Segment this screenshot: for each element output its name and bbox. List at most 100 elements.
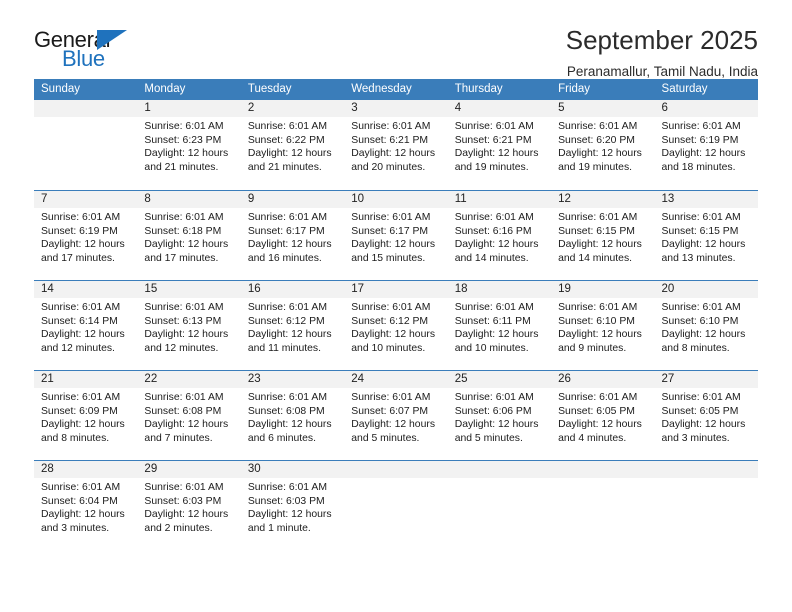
weekday-header-sunday: Sunday	[41, 83, 81, 95]
calendar-day-cell[interactable]: 19 Sunrise: 6:01 AM Sunset: 6:10 PM Dayligh…	[551, 281, 655, 370]
calendar-day-cell[interactable]: 14 Sunrise: 6:01 AM Sunset: 6:14 PM Dayligh…	[34, 281, 138, 370]
calendar-day-cell[interactable]: 25 Sunrise: 6:01 AM Sunset: 6:06 PM Dayligh…	[447, 371, 552, 460]
weekday-header-thursday: Thursday	[454, 83, 503, 95]
day-detail-line: Daylight: 12 hours	[558, 148, 642, 160]
day-detail-line: Sunset: 6:10 PM	[558, 315, 635, 327]
day-detail-line: Daylight: 12 hours	[454, 329, 539, 341]
day-detail-line: Daylight: 12 hours	[41, 509, 125, 521]
day-detail-line: Daylight: 12 hours	[247, 239, 332, 251]
calendar-day-cell[interactable]: 4 Sunrise: 6:01 AM Sunset: 6:21 PM Daylight…	[447, 100, 552, 190]
day-detail-line: and 10 minutes.	[454, 342, 529, 354]
calendar-day-cell[interactable]: 24 Sunrise: 6:01 AM Sunset: 6:07 PM Dayligh…	[344, 371, 448, 460]
calendar-day-cell[interactable]: 13 Sunrise: 6:01 AM Sunset: 6:15 PM Dayligh…	[654, 191, 758, 280]
day-number: 25	[454, 373, 468, 385]
day-number-band: 1	[137, 100, 241, 117]
day-number: 6	[661, 102, 668, 114]
day-detail-line: Daylight: 12 hours	[247, 329, 332, 341]
calendar-day-cell[interactable]: 26 Sunrise: 6:01 AM Sunset: 6:05 PM Dayligh…	[551, 371, 655, 460]
day-detail-line: Sunset: 6:17 PM	[351, 225, 429, 237]
page-header: General Blue September 2025 Peranamallur…	[34, 0, 758, 79]
day-number-band: 4	[447, 100, 552, 117]
day-detail-line: Sunset: 6:08 PM	[144, 405, 222, 417]
calendar-day-cell[interactable]: 3 Sunrise: 6:01 AM Sunset: 6:21 PM Daylight…	[344, 100, 448, 190]
calendar-day-cell[interactable]: 21 Sunrise: 6:01 AM Sunset: 6:09 PM Dayligh…	[34, 371, 138, 460]
calendar-day-cell[interactable]: 6 Sunrise: 6:01 AM Sunset: 6:19 PM Daylight…	[654, 100, 758, 190]
day-number: 4	[454, 102, 462, 114]
calendar-day-cell[interactable]: 8 Sunrise: 6:01 AM Sunset: 6:18 PM Daylight…	[137, 191, 241, 280]
day-number: 13	[661, 193, 675, 205]
day-number: 10	[351, 193, 365, 205]
day-number-band: 7	[34, 191, 138, 208]
day-details: Sunrise: 6:01 AM Sunset: 6:15 PM Daylight:…	[551, 208, 654, 265]
day-details: Sunrise: 6:01 AM Sunset: 6:12 PM Daylight:…	[344, 298, 447, 355]
day-details: Sunrise: 6:01 AM Sunset: 6:07 PM Daylight:…	[344, 388, 447, 445]
calendar-day-cell[interactable]: 17 Sunrise: 6:01 AM Sunset: 6:12 PM Dayligh…	[344, 281, 448, 370]
day-number-band: 8	[137, 191, 241, 208]
day-detail-line: Sunrise: 6:01 AM	[454, 212, 534, 223]
day-detail-line: Sunrise: 6:01 AM	[144, 121, 224, 132]
day-detail-line: Sunset: 6:21 PM	[351, 134, 429, 146]
day-detail-line: Sunset: 6:13 PM	[144, 315, 222, 327]
day-details: Sunrise: 6:01 AM Sunset: 6:08 PM Daylight:…	[137, 388, 240, 445]
logo-text-blue: Blue	[62, 46, 105, 71]
calendar-day-cell[interactable]: 15 Sunrise: 6:01 AM Sunset: 6:13 PM Dayligh…	[137, 281, 241, 370]
calendar-day-cell[interactable]: 20 Sunrise: 6:01 AM Sunset: 6:10 PM Dayligh…	[654, 281, 758, 370]
day-number-band: 23	[240, 371, 345, 388]
day-number-band: 18	[447, 281, 552, 298]
day-detail-line: and 19 minutes.	[454, 161, 529, 173]
day-details: Sunrise: 6:01 AM Sunset: 6:04 PM Daylight:…	[34, 478, 137, 535]
day-detail-line: Sunset: 6:19 PM	[41, 225, 118, 237]
day-detail-line: Sunset: 6:12 PM	[247, 315, 325, 327]
day-details: Sunrise: 6:01 AM Sunset: 6:15 PM Daylight:…	[655, 208, 758, 265]
day-detail-line: Sunrise: 6:01 AM	[558, 392, 638, 403]
calendar-day-cell[interactable]: 30 Sunrise: 6:01 AM Sunset: 6:03 PM Dayligh…	[240, 461, 345, 550]
day-details	[448, 478, 551, 481]
day-details: Sunrise: 6:01 AM Sunset: 6:08 PM Daylight:…	[241, 388, 344, 445]
day-detail-line: Daylight: 12 hours	[41, 329, 125, 341]
day-detail-line: Sunset: 6:18 PM	[144, 225, 222, 237]
generalblue-logo[interactable]: General Blue	[34, 26, 154, 74]
day-detail-line: Daylight: 12 hours	[41, 239, 125, 251]
calendar-day-cell[interactable]: 11 Sunrise: 6:01 AM Sunset: 6:16 PM Dayligh…	[447, 191, 552, 280]
day-number: 15	[144, 283, 158, 295]
calendar-day-cell[interactable]: 23 Sunrise: 6:01 AM Sunset: 6:08 PM Dayligh…	[240, 371, 345, 460]
day-number-band	[344, 461, 448, 478]
calendar-day-cell[interactable]: 1 Sunrise: 6:01 AM Sunset: 6:23 PM Daylight…	[137, 100, 241, 190]
weekday-header-saturday: Saturday	[661, 83, 708, 95]
day-detail-line: Sunrise: 6:01 AM	[661, 212, 741, 223]
day-detail-line: Sunrise: 6:01 AM	[661, 392, 741, 403]
day-details: Sunrise: 6:01 AM Sunset: 6:22 PM Daylight:…	[241, 117, 344, 174]
day-detail-line: Sunset: 6:23 PM	[144, 134, 222, 146]
day-detail-line: Daylight: 12 hours	[247, 509, 332, 521]
day-detail-line: Daylight: 12 hours	[144, 239, 229, 251]
day-detail-line: Sunset: 6:12 PM	[351, 315, 429, 327]
calendar-day-cell[interactable]: 18 Sunrise: 6:01 AM Sunset: 6:11 PM Dayligh…	[447, 281, 552, 370]
calendar-day-cell[interactable]: 22 Sunrise: 6:01 AM Sunset: 6:08 PM Dayligh…	[137, 371, 241, 460]
calendar-day-cell[interactable]: 7 Sunrise: 6:01 AM Sunset: 6:19 PM Daylight…	[34, 191, 138, 280]
day-number: 18	[454, 283, 468, 295]
calendar-page: General Blue September 2025 Peranamallur…	[0, 0, 792, 612]
day-detail-line: Daylight: 12 hours	[558, 239, 642, 251]
calendar-day-cell[interactable]: 27 Sunrise: 6:01 AM Sunset: 6:05 PM Dayligh…	[654, 371, 758, 460]
calendar-day-cell[interactable]: 12 Sunrise: 6:01 AM Sunset: 6:15 PM Dayligh…	[551, 191, 655, 280]
day-number-band: 16	[240, 281, 345, 298]
calendar-day-cell[interactable]: 10 Sunrise: 6:01 AM Sunset: 6:17 PM Dayligh…	[344, 191, 448, 280]
calendar-day-cell[interactable]: 5 Sunrise: 6:01 AM Sunset: 6:20 PM Daylight…	[551, 100, 655, 190]
calendar-day-cell[interactable]: 29 Sunrise: 6:01 AM Sunset: 6:03 PM Dayligh…	[137, 461, 241, 550]
day-detail-line: Sunrise: 6:01 AM	[41, 482, 121, 493]
day-detail-line: Sunrise: 6:01 AM	[661, 302, 741, 313]
day-details	[551, 478, 654, 481]
day-detail-line: Sunset: 6:15 PM	[661, 225, 739, 237]
day-number-band	[447, 461, 552, 478]
calendar-day-cell[interactable]: 28 Sunrise: 6:01 AM Sunset: 6:04 PM Dayligh…	[34, 461, 138, 550]
day-detail-line: Sunrise: 6:01 AM	[41, 392, 121, 403]
calendar-day-cell[interactable]: 2 Sunrise: 6:01 AM Sunset: 6:22 PM Daylight…	[240, 100, 345, 190]
calendar-day-cell[interactable]: 9 Sunrise: 6:01 AM Sunset: 6:17 PM Daylight…	[240, 191, 345, 280]
day-detail-line: Sunrise: 6:01 AM	[558, 302, 638, 313]
day-number: 19	[558, 283, 571, 295]
day-number: 16	[247, 283, 261, 295]
day-details: Sunrise: 6:01 AM Sunset: 6:19 PM Daylight:…	[655, 117, 758, 174]
day-number-band: 29	[137, 461, 241, 478]
calendar-day-cell[interactable]: 16 Sunrise: 6:01 AM Sunset: 6:12 PM Dayligh…	[240, 281, 345, 370]
day-number-band: 21	[34, 371, 138, 388]
